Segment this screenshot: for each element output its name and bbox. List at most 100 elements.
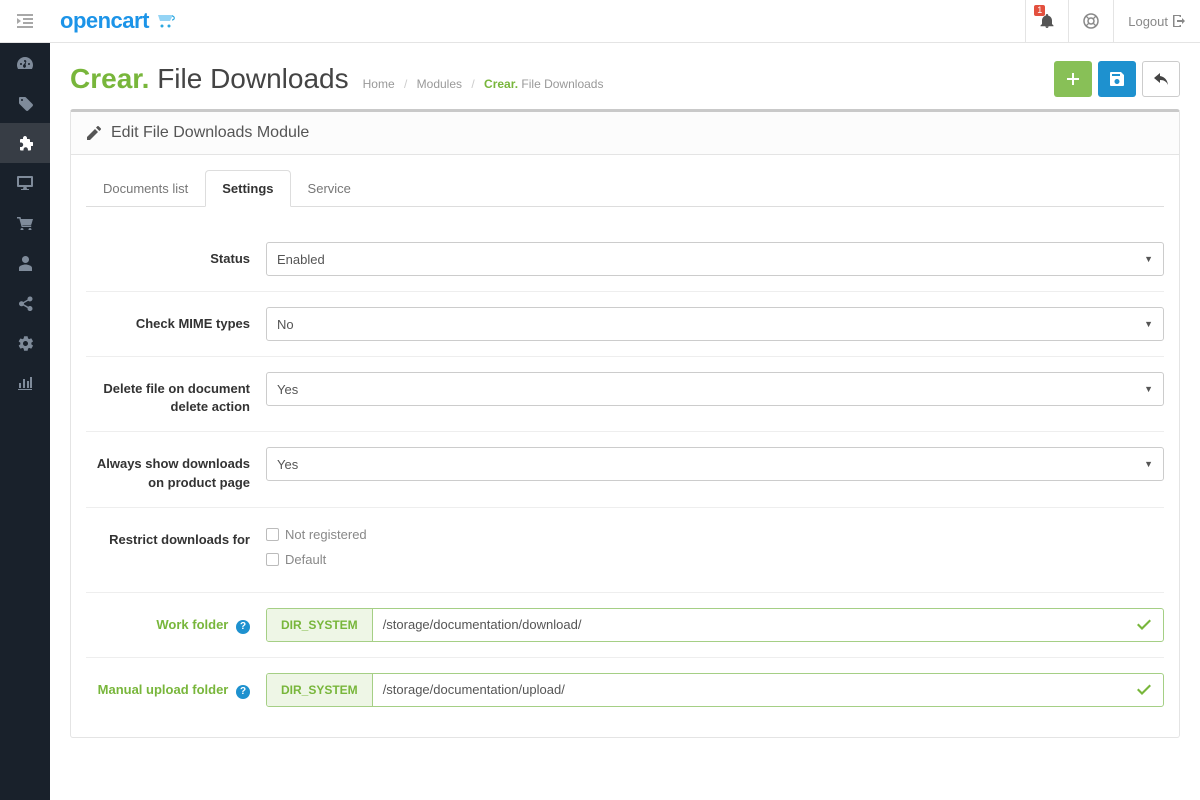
monitor-icon — [17, 176, 33, 190]
sidebar-item-extensions[interactable] — [0, 123, 50, 163]
sidebar-item-marketing[interactable] — [0, 283, 50, 323]
sidebar-item-catalog[interactable] — [0, 83, 50, 123]
check-icon — [1125, 609, 1163, 641]
input-upload-folder[interactable]: DIR_SYSTEM /storage/documentation/upload… — [266, 673, 1164, 707]
reply-icon — [1154, 73, 1168, 85]
notifications-button[interactable]: 1 — [1025, 0, 1068, 43]
sidebar-item-design[interactable] — [0, 163, 50, 203]
check-icon — [1125, 674, 1163, 706]
control-delete: Yes — [266, 372, 1164, 406]
checkbox-box-icon — [266, 553, 279, 566]
checkbox-box-icon — [266, 528, 279, 541]
row-upload-folder: Manual upload folder ? DIR_SYSTEM /stora… — [86, 658, 1164, 722]
plus-icon — [1067, 73, 1079, 85]
logout-button[interactable]: Logout — [1113, 0, 1200, 43]
top-header: opencart 1 Logout — [0, 0, 1200, 43]
label-always-show: Always show downloads on product page — [86, 447, 266, 491]
logout-icon — [1172, 14, 1186, 28]
row-work-folder: Work folder ? DIR_SYSTEM /storage/docume… — [86, 593, 1164, 658]
pencil-icon — [87, 126, 101, 140]
control-upload-folder: DIR_SYSTEM /storage/documentation/upload… — [266, 673, 1164, 707]
select-delete-value: Yes — [277, 382, 298, 397]
control-mime: No — [266, 307, 1164, 341]
help-icon[interactable]: ? — [236, 685, 250, 699]
sidebar-item-sales[interactable] — [0, 203, 50, 243]
main-content: Crear. File Downloads Home / Modules / C… — [50, 43, 1200, 758]
sidebar — [0, 43, 50, 800]
select-delete[interactable]: Yes — [266, 372, 1164, 406]
input-prefix: DIR_SYSTEM — [267, 674, 373, 706]
gear-icon — [18, 336, 33, 351]
dashboard-icon — [17, 57, 33, 69]
control-status: Enabled — [266, 242, 1164, 276]
logout-label: Logout — [1128, 14, 1168, 29]
control-always-show: Yes — [266, 447, 1164, 481]
row-delete: Delete file on document delete action Ye… — [86, 357, 1164, 432]
panel-heading-text: Edit File Downloads Module — [111, 124, 309, 142]
breadcrumb-sep: / — [404, 77, 407, 91]
sidebar-item-dashboard[interactable] — [0, 43, 50, 83]
help-button[interactable] — [1068, 0, 1113, 43]
label-restrict: Restrict downloads for — [86, 523, 266, 549]
select-mime[interactable]: No — [266, 307, 1164, 341]
logo[interactable]: opencart — [50, 8, 177, 34]
tag-icon — [18, 96, 33, 111]
panel-body: Documents list Settings Service Status E… — [71, 155, 1179, 737]
label-work-folder: Work folder ? — [86, 608, 266, 634]
select-mime-value: No — [277, 317, 294, 332]
page-title: Crear. File Downloads — [70, 63, 349, 95]
label-work-folder-text: Work folder — [156, 617, 228, 632]
back-button[interactable] — [1142, 61, 1180, 97]
puzzle-icon — [18, 136, 33, 151]
chart-icon — [18, 376, 32, 390]
control-restrict: Not registered Default — [266, 523, 1164, 577]
breadcrumb-modules[interactable]: Modules — [417, 77, 462, 91]
breadcrumb-home[interactable]: Home — [363, 77, 395, 91]
logo-text: opencart — [60, 8, 149, 34]
input-value: /storage/documentation/download/ — [373, 609, 1125, 641]
save-button[interactable] — [1098, 61, 1136, 97]
input-prefix: DIR_SYSTEM — [267, 609, 373, 641]
settings-panel: Edit File Downloads Module Documents lis… — [70, 109, 1180, 738]
page-title-wrap: Crear. File Downloads Home / Modules / C… — [70, 63, 603, 95]
checkbox-not-registered[interactable]: Not registered — [266, 527, 1164, 542]
select-always-show-value: Yes — [277, 457, 298, 472]
label-upload-folder: Manual upload folder ? — [86, 673, 266, 699]
header-right: 1 Logout — [1025, 0, 1200, 43]
menu-toggle-button[interactable] — [0, 0, 50, 43]
label-mime: Check MIME types — [86, 307, 266, 333]
input-work-folder[interactable]: DIR_SYSTEM /storage/documentation/downlo… — [266, 608, 1164, 642]
tab-settings[interactable]: Settings — [205, 170, 290, 207]
page-header: Crear. File Downloads Home / Modules / C… — [50, 43, 1200, 109]
input-value: /storage/documentation/upload/ — [373, 674, 1125, 706]
sidebar-item-reports[interactable] — [0, 363, 50, 403]
notification-badge: 1 — [1034, 5, 1045, 16]
cart-icon — [17, 216, 33, 230]
panel-wrap: Edit File Downloads Module Documents lis… — [50, 109, 1200, 758]
row-mime: Check MIME types No — [86, 292, 1164, 357]
checkbox-label: Default — [285, 552, 326, 567]
help-icon[interactable]: ? — [236, 620, 250, 634]
user-icon — [19, 256, 32, 271]
tab-documents[interactable]: Documents list — [86, 170, 205, 207]
save-icon — [1110, 72, 1124, 86]
select-always-show[interactable]: Yes — [266, 447, 1164, 481]
control-work-folder: DIR_SYSTEM /storage/documentation/downlo… — [266, 608, 1164, 642]
sidebar-item-customers[interactable] — [0, 243, 50, 283]
sidebar-item-system[interactable] — [0, 323, 50, 363]
select-status[interactable]: Enabled — [266, 242, 1164, 276]
page-title-text: File Downloads — [157, 63, 348, 94]
lifebuoy-icon — [1083, 13, 1099, 29]
label-delete: Delete file on document delete action — [86, 372, 266, 416]
panel-heading: Edit File Downloads Module — [71, 112, 1179, 155]
tabs: Documents list Settings Service — [86, 170, 1164, 207]
tab-service[interactable]: Service — [291, 170, 368, 207]
menu-indent-icon — [17, 14, 33, 28]
breadcrumb-sep: / — [471, 77, 474, 91]
checkbox-default[interactable]: Default — [266, 552, 1164, 567]
add-button[interactable] — [1054, 61, 1092, 97]
page-title-brand: Crear. — [70, 63, 149, 94]
breadcrumb-current-brand: Crear. — [484, 77, 518, 91]
label-upload-folder-text: Manual upload folder — [98, 682, 229, 697]
row-always-show: Always show downloads on product page Ye… — [86, 432, 1164, 507]
